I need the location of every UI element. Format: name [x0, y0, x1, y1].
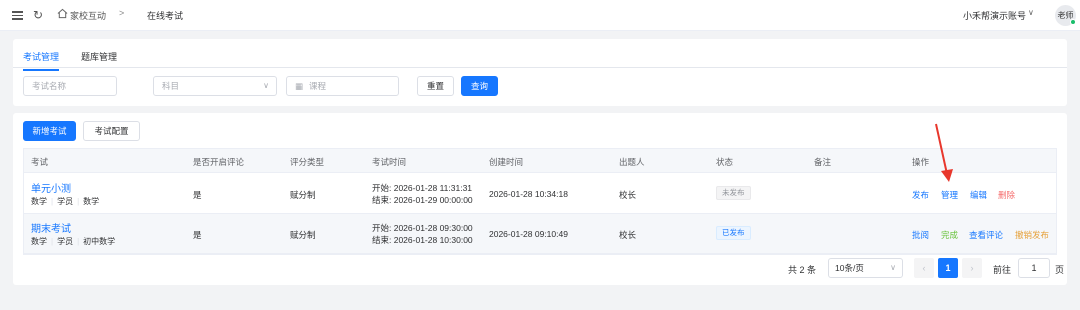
exam-start-time: 开始: 2026-01-28 09:30:00 [372, 223, 473, 233]
table-header: 考试 是否开启评论 评分类型 考试时间 创建时间 出题人 状态 备注 操作 [24, 149, 1056, 173]
author: 校长 [619, 230, 637, 240]
column-header: 备注 [814, 157, 832, 167]
page-size-select[interactable]: 10条/页 ∨ [828, 258, 903, 278]
chevron-down-icon[interactable]: ∨ [1028, 8, 1034, 17]
exam-name-link[interactable]: 期末考试 [31, 220, 71, 235]
exam-start-time: 开始: 2026-01-28 11:31:31 [372, 183, 473, 193]
subject-select[interactable]: 科目 ∨ [153, 76, 277, 96]
course-placeholder: 课程 [309, 81, 327, 91]
refresh-icon[interactable]: ↻ [33, 7, 43, 23]
exam-time: 开始: 2026-01-28 09:30:00 结束: 2026-01-28 1… [372, 222, 473, 246]
status-badge: 未发布 [716, 186, 751, 200]
score-type: 赋分制 [290, 190, 316, 200]
exam-name-input[interactable]: 考试名称 [23, 76, 117, 96]
menu-icon[interactable] [12, 9, 23, 21]
exam-time: 开始: 2026-01-28 11:31:31 结束: 2026-01-29 0… [372, 182, 473, 206]
reset-button[interactable]: 重置 [417, 76, 454, 96]
column-header: 出题人 [619, 157, 645, 167]
add-exam-button[interactable]: 新增考试 [23, 121, 76, 141]
prev-page-button[interactable]: ‹ [914, 258, 934, 278]
subject-placeholder: 科目 [162, 81, 180, 91]
exam-list-card: 新增考试 考试配置 考试 是否开启评论 评分类型 考试时间 创建时间 出题人 状… [13, 113, 1067, 285]
breadcrumb-current: 在线考试 [147, 11, 184, 21]
page-number-button[interactable]: 1 [938, 258, 958, 278]
column-header: 操作 [912, 157, 930, 167]
online-status-dot [1070, 19, 1076, 25]
edit-link[interactable]: 编辑 [970, 189, 987, 201]
author: 校长 [619, 190, 637, 200]
comment-enabled: 是 [193, 230, 202, 240]
calendar-icon: ▦ [295, 81, 304, 91]
created-time: 2026-01-28 09:10:49 [489, 229, 568, 239]
created-time: 2026-01-28 10:34:18 [489, 189, 568, 199]
exam-name-link[interactable]: 单元小测 [31, 180, 71, 195]
breadcrumb-separator: > [119, 8, 125, 18]
chevron-down-icon: ∨ [890, 263, 896, 272]
delete-link[interactable]: 删除 [998, 189, 1015, 201]
goto-page-input[interactable]: 1 [1018, 258, 1050, 278]
score-type: 赋分制 [290, 230, 316, 240]
home-icon [57, 8, 68, 19]
chevron-down-icon: ∨ [263, 81, 269, 90]
column-header: 是否开启评论 [193, 157, 245, 167]
review-link[interactable]: 批阅 [912, 229, 929, 241]
comment-enabled: 是 [193, 190, 202, 200]
tag-audience: 学员 [57, 197, 74, 206]
table-row: 单元小测 数学 | 学员 | 数学 是 赋分制 开始: 2026-01-28 11:31… [24, 174, 1056, 214]
column-header: 考试 [31, 157, 49, 167]
complete-link[interactable]: 完成 [941, 229, 958, 241]
tag-course: 初中数学 [83, 237, 116, 246]
column-header: 评分类型 [290, 157, 325, 167]
top-bar: ↻ 家校互动 > 在线考试 小禾帮演示账号 ∨ 老师 [0, 0, 1080, 31]
tag-subject: 数学 [31, 197, 47, 206]
table-row: 期末考试 数学 | 学员 | 初中数学 是 赋分制 开始: 2026-01-28 09:… [24, 214, 1056, 254]
exam-name-placeholder: 考试名称 [32, 81, 67, 91]
exam-tags: 数学 | 学员 | 数学 [31, 197, 100, 206]
exam-end-time: 结束: 2026-01-28 10:30:00 [372, 235, 473, 245]
account-name[interactable]: 小禾帮演示账号 [963, 9, 1026, 22]
pagination-total: 共 2 条 [788, 265, 817, 275]
search-button[interactable]: 查询 [461, 76, 498, 96]
revoke-publish-link[interactable]: 撤销发布 [1015, 229, 1049, 241]
tag-audience: 学员 [57, 237, 74, 246]
column-header: 考试时间 [372, 157, 407, 167]
tag-course: 数学 [83, 197, 100, 206]
manage-link[interactable]: 管理 [941, 189, 958, 201]
filter-card: 考试管理 题库管理 考试名称 科目 ∨ ▦ 课程 重置 查询 [13, 39, 1067, 106]
publish-link[interactable]: 发布 [912, 189, 929, 201]
column-header: 创建时间 [489, 157, 524, 167]
course-select[interactable]: ▦ 课程 [286, 76, 399, 96]
exam-end-time: 结束: 2026-01-29 00:00:00 [372, 195, 473, 205]
goto-label: 前往 [993, 265, 1012, 275]
exam-table: 考试 是否开启评论 评分类型 考试时间 创建时间 出题人 状态 备注 操作 单元… [23, 148, 1057, 255]
annotation-arrow-icon [935, 123, 953, 182]
tag-subject: 数学 [31, 237, 47, 246]
breadcrumb-root[interactable]: 家校互动 [70, 9, 106, 22]
page-unit-label: 页 [1055, 265, 1065, 275]
exam-tags: 数学 | 学员 | 初中数学 [31, 237, 116, 246]
tab-divider [13, 67, 1067, 68]
next-page-button[interactable]: › [962, 258, 982, 278]
view-comments-link[interactable]: 查看评论 [969, 229, 1003, 241]
column-header: 状态 [716, 157, 734, 167]
status-badge: 已发布 [716, 226, 751, 240]
page-size-value: 10条/页 [835, 263, 864, 273]
exam-config-button[interactable]: 考试配置 [83, 121, 140, 141]
